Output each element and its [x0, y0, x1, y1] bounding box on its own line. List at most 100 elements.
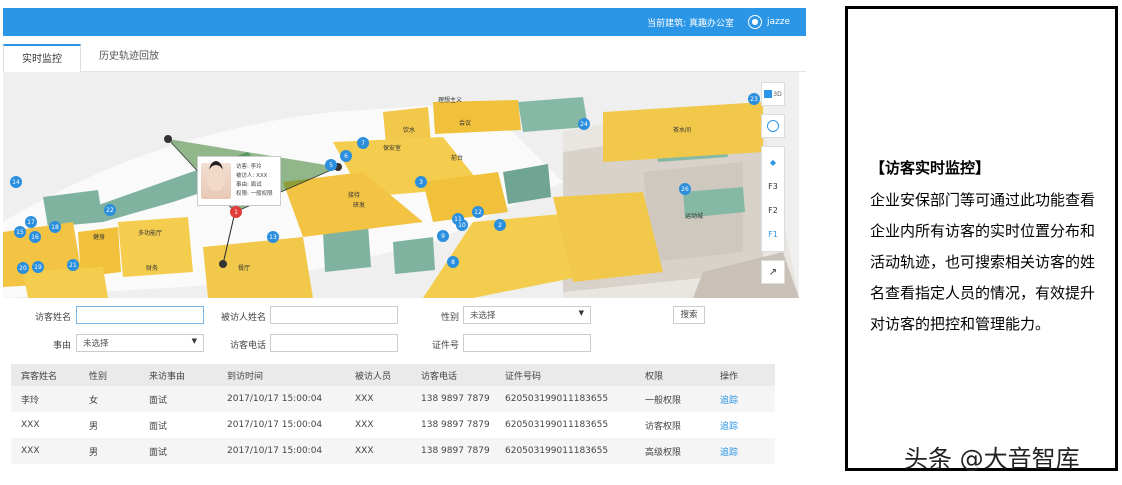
svg-text:多功能厅: 多功能厅 — [138, 229, 162, 237]
gender-select[interactable]: 未选择 ▼ — [463, 306, 591, 324]
cell-reason: 面试 — [139, 438, 217, 464]
chevron-down-icon: ▼ — [191, 337, 197, 345]
visitor-phone-input[interactable] — [270, 334, 398, 352]
username[interactable]: jazze — [767, 17, 790, 27]
cell-name: XXX — [11, 438, 79, 464]
col-header: 证件号码 — [495, 364, 635, 386]
track-link[interactable]: 追踪 — [720, 396, 738, 406]
tab-history-playback[interactable]: 历史轨迹回放 — [81, 43, 177, 71]
fullscreen-button[interactable]: ↗ — [761, 260, 785, 284]
tab-realtime-monitor[interactable]: 实时监控 — [3, 44, 81, 72]
col-header: 性别 — [79, 364, 139, 386]
info-panel: 【访客实时监控】 企业安保部门等可通过此功能查看企业内所有访客的实时位置分布和活… — [845, 6, 1118, 473]
info-card-reason: 事由: 面试 — [236, 182, 262, 188]
id-number-input[interactable] — [463, 334, 591, 352]
cell-time: 2017/10/17 15:00:04 — [217, 412, 345, 438]
layers-icon[interactable]: ◆ — [762, 151, 784, 175]
col-header: 宾客姓名 — [11, 364, 79, 386]
svg-text:8: 8 — [451, 259, 455, 266]
cell-reason: 面试 — [139, 386, 217, 412]
cell-permission: 一般权限 — [635, 386, 710, 412]
svg-text:16: 16 — [31, 234, 39, 241]
id-number-label: 证件号 — [431, 341, 459, 351]
user-avatar-icon[interactable]: ● — [747, 15, 762, 29]
panel-title: 【访客实时监控】 — [870, 159, 991, 177]
cell-phone: 138 9897 7879 — [411, 412, 495, 438]
watermark-text: 头条 @大音智库 — [904, 445, 1080, 473]
reason-label: 事由 — [52, 341, 71, 351]
svg-text:13: 13 — [269, 234, 277, 241]
col-header: 访客电话 — [411, 364, 495, 386]
svg-text:1: 1 — [234, 209, 238, 216]
svg-text:22: 22 — [106, 207, 114, 214]
info-card-visitee: 被访人: XXX — [236, 173, 268, 179]
svg-text:会议: 会议 — [459, 119, 471, 127]
cell-id: 620503199011183655 — [495, 412, 635, 438]
visitor-table: 宾客姓名 性别 来访事由 到访时间 被访人员 访客电话 证件号码 权限 操作 李… — [11, 364, 775, 464]
floor-f2-button[interactable]: F2 — [762, 199, 784, 223]
compass-icon — [767, 120, 779, 132]
svg-text:茶水间: 茶水间 — [673, 126, 691, 134]
table-row[interactable]: XXX 男 面试 2017/10/17 15:00:04 XXX 138 989… — [11, 412, 775, 438]
col-header: 权限 — [635, 364, 710, 386]
map-controls: 3D ◆ F3 F2 F1 ↗ — [761, 82, 787, 292]
svg-text:20: 20 — [19, 265, 27, 272]
tab-bar: 实时监控 历史轨迹回放 — [3, 36, 806, 72]
visitee-name-input[interactable] — [270, 306, 398, 324]
col-header: 到访时间 — [217, 364, 345, 386]
building-selector[interactable]: 当前建筑: 真趣办公室 — [647, 16, 734, 29]
cell-name: 李玲 — [11, 386, 79, 412]
svg-text:26: 26 — [681, 186, 689, 193]
svg-text:2: 2 — [498, 222, 502, 229]
top-bar: 当前建筑: 真趣办公室 ● jazze — [3, 8, 806, 36]
cell-permission: 高级权限 — [635, 438, 710, 464]
col-header: 来访事由 — [139, 364, 217, 386]
svg-text:保安室: 保安室 — [383, 144, 401, 152]
cell-gender: 女 — [79, 386, 139, 412]
floor-selector: ◆ F3 F2 F1 — [761, 146, 785, 252]
svg-text:24: 24 — [580, 121, 588, 128]
cell-reason: 面试 — [139, 412, 217, 438]
visitor-photo — [201, 163, 231, 199]
expand-icon: ↗ — [768, 266, 778, 278]
svg-text:理想主义: 理想主义 — [438, 96, 462, 104]
svg-text:9: 9 — [441, 233, 445, 240]
floor-f3-button[interactable]: F3 — [762, 175, 784, 199]
col-header: 被访人员 — [345, 364, 411, 386]
cell-phone: 138 9897 7879 — [411, 438, 495, 464]
table-row[interactable]: 李玲 女 面试 2017/10/17 15:00:04 XXX 138 9897… — [11, 386, 775, 412]
visitor-phone-label: 访客电话 — [229, 341, 266, 351]
track-link[interactable]: 追踪 — [720, 448, 738, 458]
visitor-name-input[interactable] — [76, 306, 204, 324]
gender-label: 性别 — [440, 313, 459, 323]
reason-select[interactable]: 未选择 ▼ — [76, 334, 204, 352]
svg-text:6: 6 — [344, 153, 348, 160]
map-canvas[interactable]: 141715 181620 19 2122 567 313 9 111012 282… — [3, 72, 799, 298]
svg-text:饮水: 饮水 — [403, 126, 415, 134]
col-header: 操作 — [710, 364, 775, 386]
compass-button[interactable] — [761, 114, 785, 138]
info-card-name: 访客: 李玲 — [236, 164, 262, 170]
cell-visitee: XXX — [345, 412, 411, 438]
chevron-down-icon: ▼ — [578, 309, 584, 317]
three-d-toggle-button[interactable]: 3D — [761, 82, 785, 106]
svg-text:10: 10 — [458, 222, 466, 229]
floor-f1-button[interactable]: F1 — [762, 223, 784, 247]
visitee-name-label: 被访人姓名 — [220, 313, 266, 323]
svg-text:7: 7 — [361, 140, 365, 147]
cell-gender: 男 — [79, 412, 139, 438]
search-button[interactable]: 搜索 — [673, 306, 705, 324]
search-form: 访客姓名 被访人姓名 性别 未选择 ▼ 搜索 事由 未选择 ▼ 访客电话 证件号 — [3, 300, 799, 358]
svg-text:5: 5 — [329, 162, 333, 169]
svg-text:餐厅: 餐厅 — [238, 264, 250, 272]
app-window: 当前建筑: 真趣办公室 ● jazze 实时监控 历史轨迹回放 14 17 15… — [3, 8, 806, 473]
cell-name: XXX — [11, 412, 79, 438]
table-row[interactable]: XXX 男 面试 2017/10/17 15:00:04 XXX 138 989… — [11, 438, 775, 464]
svg-text:健身: 健身 — [93, 233, 105, 241]
svg-text:研发: 研发 — [353, 201, 365, 209]
cell-permission: 访客权限 — [635, 412, 710, 438]
track-link[interactable]: 追踪 — [720, 422, 738, 432]
svg-text:财务: 财务 — [146, 264, 158, 272]
floor-map[interactable]: 14 17 15 18 16 20 19 21 22 567 3 13 9 11 10 12 282… — [3, 72, 799, 298]
cell-gender: 男 — [79, 438, 139, 464]
